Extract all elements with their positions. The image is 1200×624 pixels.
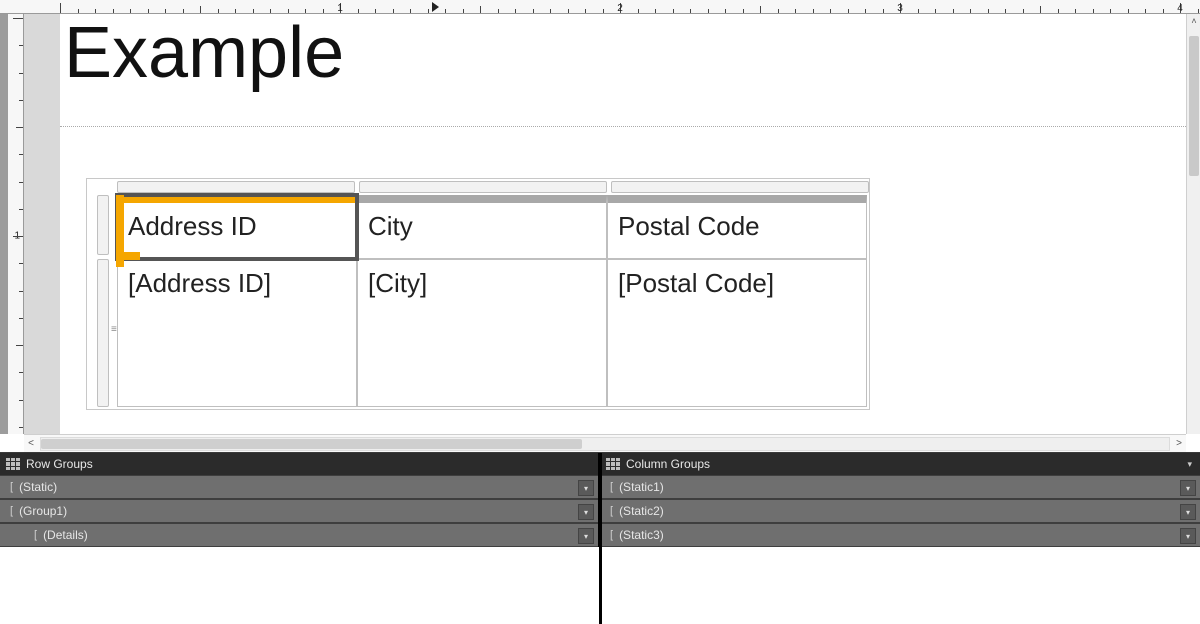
bracket-icon: [	[610, 481, 613, 493]
group-dropdown-button[interactable]: ▾	[578, 528, 594, 544]
column-group-name: (Static3)	[619, 528, 664, 542]
group-dropdown-button[interactable]: ▾	[1180, 480, 1196, 496]
column-groups-label: Column Groups	[626, 457, 710, 471]
scroll-right-icon[interactable]: >	[1172, 437, 1186, 451]
detail-row-indicator-icon: ≡	[111, 324, 116, 335]
row-group-name: (Group1)	[19, 504, 67, 518]
scroll-thumb[interactable]	[1189, 36, 1199, 176]
group-dropdown-button[interactable]: ▾	[578, 480, 594, 496]
group-dropdown-button[interactable]: ▾	[578, 504, 594, 520]
tablix-column-handles[interactable]	[117, 179, 869, 195]
column-group-name: (Static2)	[619, 504, 664, 518]
column-group-name: (Static1)	[619, 480, 664, 494]
group-dropdown-button[interactable]: ▾	[1180, 528, 1196, 544]
column-handle[interactable]	[359, 181, 607, 193]
header-cell-city[interactable]: City	[357, 195, 607, 259]
row-group-item[interactable]: [ (Details) ▾	[0, 523, 598, 547]
report-title-textbox[interactable]: Example	[64, 12, 344, 94]
data-cell-address-id[interactable]: [Address ID]	[117, 259, 357, 407]
row-group-name: (Static)	[19, 480, 57, 494]
row-handle[interactable]	[97, 195, 109, 255]
group-dropdown-button[interactable]: ▾	[1180, 504, 1196, 520]
report-body-margin	[24, 14, 60, 434]
data-cell-postal-code[interactable]: [Postal Code]	[607, 259, 867, 407]
vertical-ruler[interactable]: 1	[0, 14, 24, 434]
scroll-thumb[interactable]	[41, 439, 582, 449]
tablix[interactable]: ≡ Address ID City Postal Code [Address I…	[86, 178, 870, 410]
ruler-h-label: 3	[897, 3, 903, 14]
section-divider	[60, 126, 1186, 127]
column-groups-list[interactable]: [ (Static1) ▾ [ (Static2) ▾ [ (Static3) …	[600, 475, 1200, 547]
design-canvas[interactable]: Example ≡ Address ID City Postal Code	[24, 14, 1186, 434]
row-group-item[interactable]: [ (Static) ▾	[0, 475, 598, 499]
scroll-track[interactable]	[40, 437, 1170, 451]
ruler-h-label: 2	[617, 3, 623, 14]
ruler-h-label: 4	[1177, 3, 1183, 14]
scroll-left-icon[interactable]: <	[24, 437, 38, 451]
header-cell-address-id[interactable]: Address ID	[117, 195, 357, 259]
row-group-item[interactable]: [ (Group1) ▾	[0, 499, 598, 523]
bracket-icon: [	[10, 505, 13, 517]
grouping-pane[interactable]: Row Groups Column Groups ▾ [ (Static) ▾ …	[0, 452, 1200, 624]
column-handle[interactable]	[117, 181, 355, 193]
header-cell-postal-code[interactable]: Postal Code	[607, 195, 867, 259]
ruler-current-marker-icon	[432, 2, 439, 12]
table-icon	[6, 458, 20, 470]
report-body[interactable]: Example ≡ Address ID City Postal Code	[60, 18, 1186, 428]
column-groups-header: Column Groups ▾	[600, 453, 1200, 475]
bracket-icon: [	[610, 529, 613, 541]
row-groups-header: Row Groups	[0, 453, 600, 475]
vertical-scrollbar[interactable]: ˄	[1186, 14, 1200, 434]
bracket-icon: [	[34, 529, 37, 541]
groups-splitter[interactable]	[599, 453, 602, 624]
row-handle[interactable]: ≡	[97, 259, 109, 407]
tablix-header-row[interactable]: Address ID City Postal Code	[117, 195, 869, 259]
table-icon	[606, 458, 620, 470]
column-group-item[interactable]: [ (Static1) ▾	[600, 475, 1200, 499]
tablix-detail-row[interactable]: [Address ID] [City] [Postal Code]	[117, 259, 869, 407]
column-group-item[interactable]: [ (Static2) ▾	[600, 499, 1200, 523]
scroll-up-icon[interactable]: ˄	[1187, 14, 1200, 28]
bracket-icon: [	[610, 505, 613, 517]
bracket-icon: [	[10, 481, 13, 493]
column-group-item[interactable]: [ (Static3) ▾	[600, 523, 1200, 547]
chevron-down-icon[interactable]: ▾	[1187, 459, 1192, 470]
data-cell-city[interactable]: [City]	[357, 259, 607, 407]
column-handle[interactable]	[611, 181, 869, 193]
row-groups-list[interactable]: [ (Static) ▾ [ (Group1) ▾ [ (Details) ▾	[0, 475, 600, 547]
tablix-row-handles[interactable]: ≡	[87, 195, 117, 409]
horizontal-scrollbar[interactable]: < >	[24, 434, 1186, 452]
row-groups-label: Row Groups	[26, 457, 93, 471]
row-group-name: (Details)	[43, 528, 88, 542]
